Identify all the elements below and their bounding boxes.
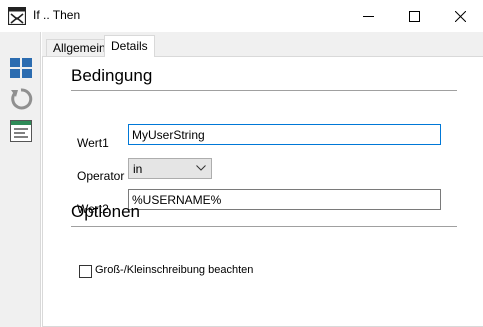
window: If .. Then Allgemein Details Bedingung W… [0,0,483,327]
tab-details[interactable]: Details [104,35,155,57]
app-icon [8,7,26,25]
section-title-options: Optionen [71,202,140,221]
refresh-icon[interactable] [9,87,33,111]
minimize-icon [362,15,374,17]
wert1-input[interactable] [128,124,441,145]
section-title-condition: Bedingung [71,66,153,85]
list-icon[interactable] [9,119,33,143]
close-icon [454,10,466,22]
case-sensitive-checkbox[interactable] [79,265,92,278]
maximize-button[interactable] [391,0,437,32]
maximize-icon [408,10,420,22]
wert2-input[interactable] [128,189,441,210]
content-area: Allgemein Details Bedingung Wert1 Operat… [42,32,483,327]
tab-bar: Allgemein Details [42,32,483,57]
operator-selected-value: in [133,162,143,176]
close-button[interactable] [437,0,483,32]
window-title: If .. Then [33,8,81,22]
title-bar: If .. Then [0,0,483,32]
tab-allgemein[interactable]: Allgemein [46,39,113,56]
minimize-button[interactable] [345,0,391,32]
case-sensitive-label: Groß-/Kleinschreibung beachten [95,264,254,276]
details-panel: Bedingung Wert1 Operator in Wert2 Option… [42,56,483,327]
wert1-label: Wert1 [77,136,109,150]
chevron-down-icon [196,165,206,171]
operator-label: Operator [77,169,125,183]
section-divider [71,90,457,91]
layout-icon[interactable] [9,56,33,80]
operator-select[interactable]: in [128,158,212,179]
left-toolbar [0,32,41,327]
section-divider [71,226,457,227]
